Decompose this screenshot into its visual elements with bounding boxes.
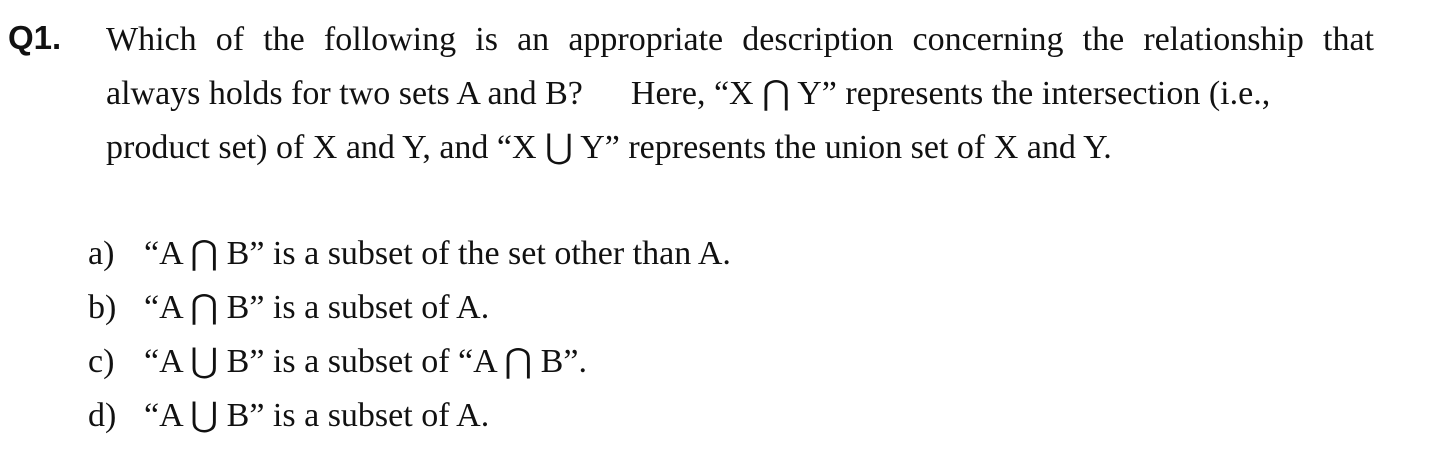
stem-line-2a: always holds for two sets A and B? xyxy=(106,75,583,112)
stem-line-2b: Here, “X ⋂ Y” represents the intersectio… xyxy=(630,75,1271,112)
option-a-label: a) xyxy=(88,235,115,272)
option-a[interactable]: a) “A ⋂ B” is a subset of the set other t… xyxy=(88,227,731,281)
option-a-text: “A ⋂ B” is a subset of the set other tha… xyxy=(144,235,731,272)
stem-line-1: Which of the following is an appropriate… xyxy=(106,21,1374,58)
option-c[interactable]: c) “A ⋃ B” is a subset of “A ⋂ B”. xyxy=(88,335,731,389)
option-d-text: “A ⋃ B” is a subset of A. xyxy=(144,397,490,434)
option-c-text: “A ⋃ B” is a subset of “A ⋂ B”. xyxy=(144,343,587,380)
option-d-label: d) xyxy=(88,397,117,434)
stem-line-3: product set) of X and Y, and “X ⋃ Y” rep… xyxy=(106,129,1112,166)
answer-options: a) “A ⋂ B” is a subset of the set other t… xyxy=(88,227,731,443)
stem-line-2: always holds for two sets A and B? Here, … xyxy=(106,67,1374,121)
option-b[interactable]: b) “A ⋂ B” is a subset of A. xyxy=(88,281,731,335)
option-d[interactable]: d) “A ⋃ B” is a subset of A. xyxy=(88,389,731,443)
option-b-text: “A ⋂ B” is a subset of A. xyxy=(144,289,490,326)
option-c-label: c) xyxy=(88,343,115,380)
option-b-label: b) xyxy=(88,289,117,326)
question-number: Q1. xyxy=(8,19,62,56)
question-page: Q1. Which of the following is an appropr… xyxy=(0,0,1450,460)
question-stem: Which of the following is an appropriate… xyxy=(106,13,1374,175)
